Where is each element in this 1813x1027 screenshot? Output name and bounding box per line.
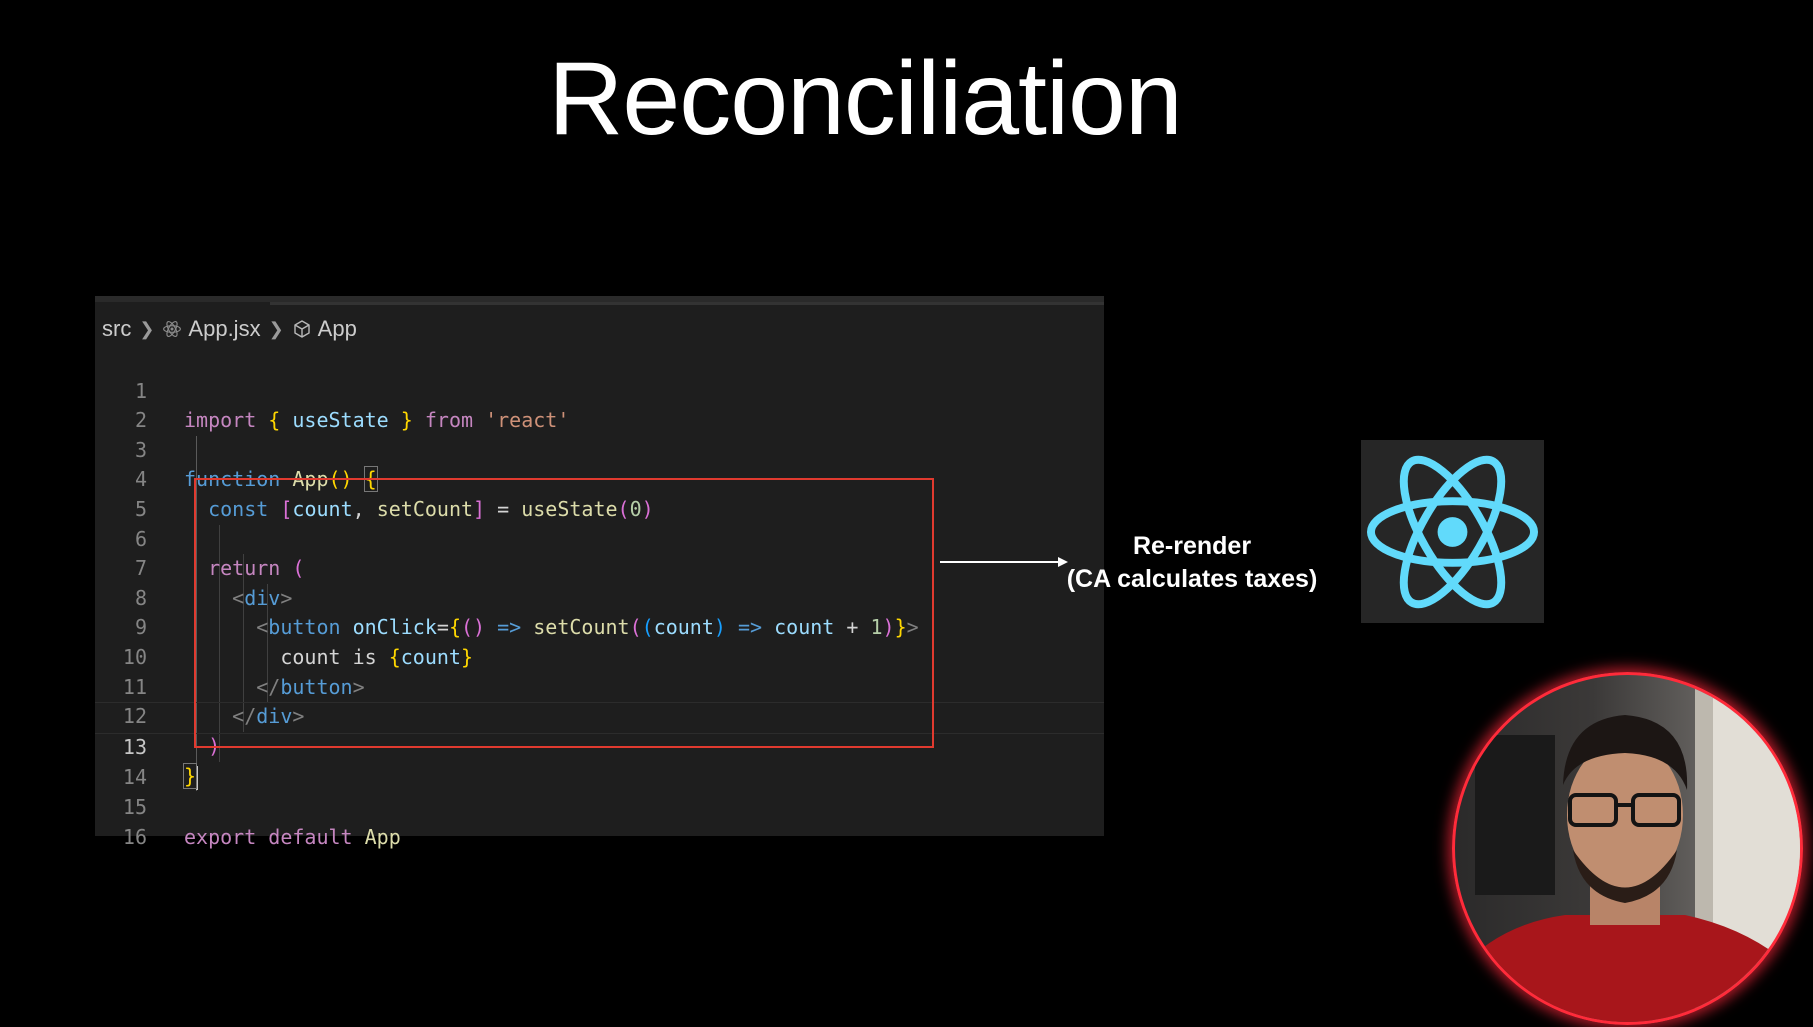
code-line: 16	[95, 793, 1104, 849]
react-logo-icon	[1361, 440, 1544, 623]
react-atom-icon	[162, 319, 182, 339]
cube-icon	[292, 319, 312, 339]
tab-strip	[270, 302, 1104, 305]
arrow-right-icon	[940, 557, 1068, 567]
webcam-overlay	[1452, 672, 1803, 1025]
code-area[interactable]: 1 import { useState } from 'react' 2 3 f…	[95, 347, 1104, 849]
code-line: 15 export default App	[95, 763, 1104, 849]
code-line: 3 function App() {	[95, 406, 1104, 493]
code-line: 1 import { useState } from 'react'	[95, 347, 1104, 433]
annotation-line-1: Re-render	[1132, 532, 1252, 560]
slide: Reconciliation src ❯ App.jsx ❯ App 1 imp…	[0, 0, 1813, 1027]
breadcrumb-file-label: App.jsx	[188, 316, 261, 341]
chevron-right-icon: ❯	[268, 318, 284, 339]
breadcrumb-folder[interactable]: src	[102, 316, 131, 342]
code-line: 4 const [count, setCount] = useState(0)	[95, 436, 1104, 521]
breadcrumb-symbol[interactable]: App	[292, 316, 357, 342]
breadcrumb: src ❯ App.jsx ❯ App	[102, 314, 357, 344]
slide-title: Reconciliation	[548, 41, 1182, 157]
breadcrumb-symbol-label: App	[317, 316, 357, 341]
line-number: 16	[122, 824, 147, 849]
rerender-annotation: Re-render (CA calculates taxes)	[1052, 530, 1332, 596]
code-line: 2	[95, 377, 1104, 432]
code-text: export default App	[184, 824, 401, 849]
breadcrumb-file[interactable]: App.jsx	[162, 316, 261, 342]
chevron-right-icon: ❯	[139, 318, 155, 339]
highlight-box	[194, 478, 934, 748]
presenter-silhouette	[1455, 675, 1800, 1022]
annotation-line-2: (CA calculates taxes)	[1066, 565, 1318, 593]
